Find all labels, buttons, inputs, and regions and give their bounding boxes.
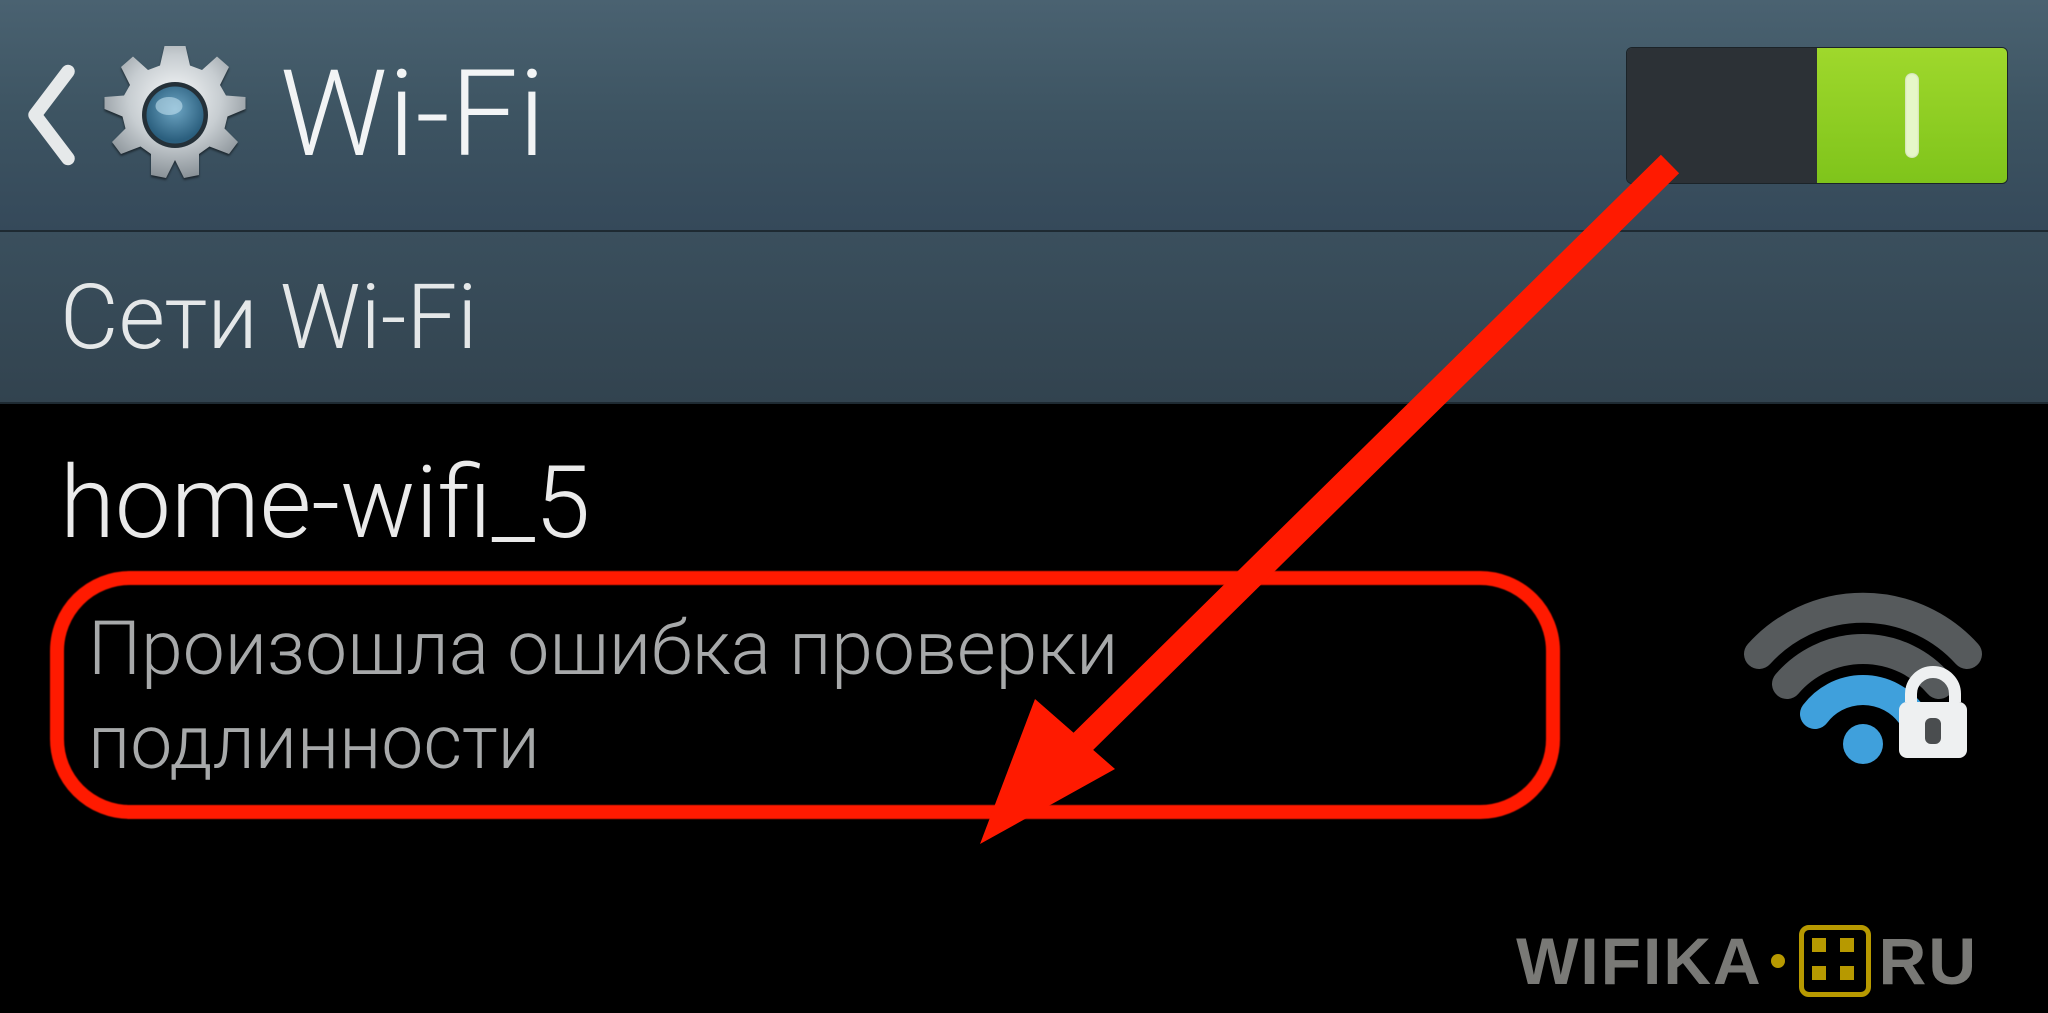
page-title: Wi-Fi xyxy=(280,45,546,185)
watermark-text-right: RU xyxy=(1879,923,1978,999)
watermark: WIFIKA RU xyxy=(1516,911,1978,1011)
wifi-settings-header: Wi-Fi xyxy=(0,0,2048,232)
back-chevron-icon xyxy=(20,60,80,170)
watermark-text-left: WIFIKA xyxy=(1516,923,1763,999)
back-button[interactable] xyxy=(20,40,250,190)
gear-icon xyxy=(100,40,250,190)
networks-section-header: Сети Wi-Fi xyxy=(0,232,2048,404)
wifi-secured-icon xyxy=(1738,564,1988,764)
toggle-on-indicator-icon xyxy=(1905,73,1919,158)
toggle-on-side xyxy=(1817,48,2007,183)
watermark-qr-icon xyxy=(1799,925,1871,997)
auth-error-highlight: Произошла ошибка проверки подлинности xyxy=(60,589,1530,813)
toggle-off-side xyxy=(1627,48,1817,183)
wifi-toggle[interactable] xyxy=(1626,47,2008,184)
watermark-dot-icon xyxy=(1771,954,1785,968)
network-status-text: Произошла ошибка проверки подлинности xyxy=(88,603,1488,791)
networks-section-label: Сети Wi-Fi xyxy=(60,265,477,370)
network-list-item[interactable]: home-wifi_5 Произошла ошибка проверки по… xyxy=(0,404,2048,1013)
network-name: home-wifi_5 xyxy=(60,449,1988,559)
